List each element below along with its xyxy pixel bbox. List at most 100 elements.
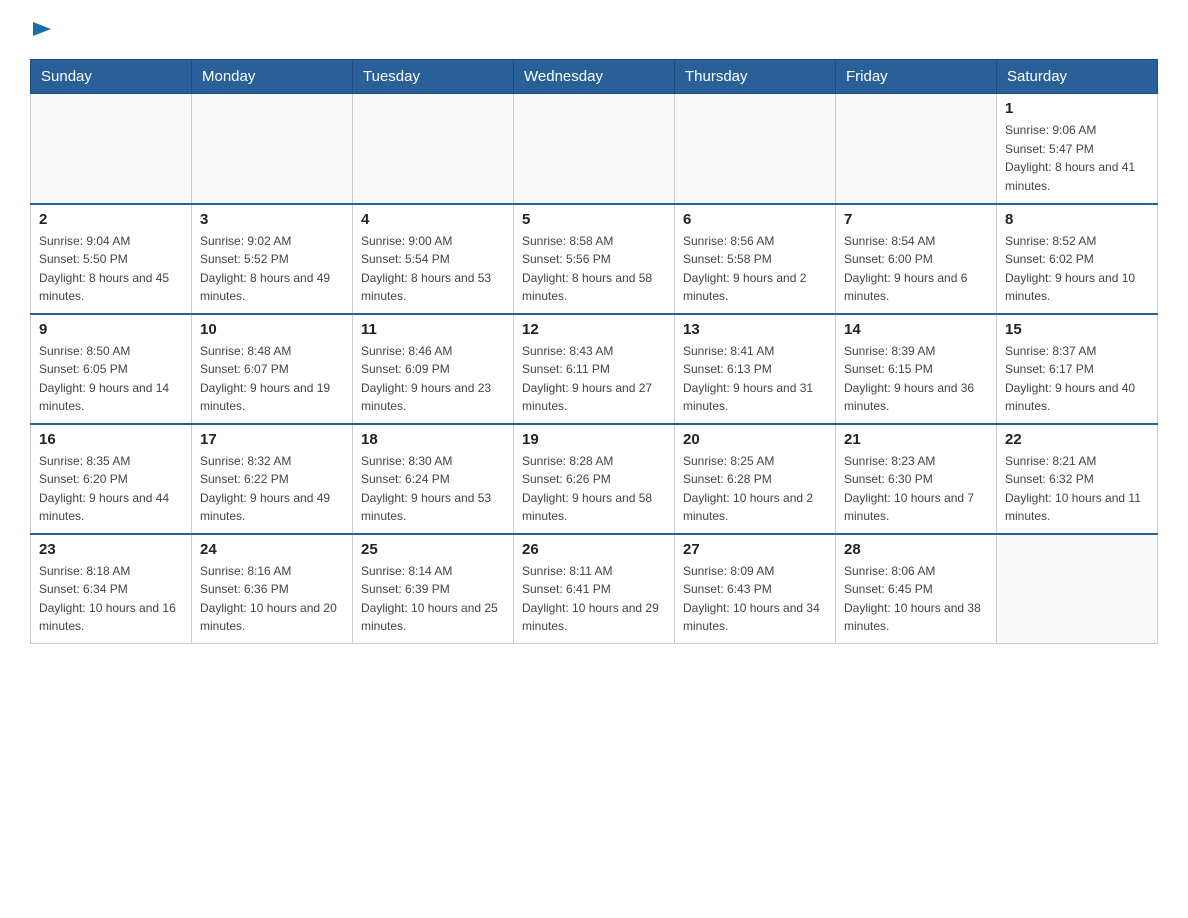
calendar-week-row: 2Sunrise: 9:04 AM Sunset: 5:50 PM Daylig… — [31, 204, 1158, 314]
calendar-cell: 11 Sunrise: 8:46 AM Sunset: 6:09 PM Dayli… — [353, 314, 514, 424]
day-number: 11 — [361, 321, 505, 338]
day-info: Sunrise: 8:18 AM Sunset: 6:34 PM Dayligh… — [39, 562, 183, 636]
day-of-week-header: Saturday — [997, 60, 1158, 94]
day-number: 24 — [200, 541, 344, 558]
day-number: 28 — [844, 541, 988, 558]
day-of-week-header: Thursday — [675, 60, 836, 94]
calendar-week-row: 23 Sunrise: 8:18 AM Sunset: 6:34 PM Dayli… — [31, 534, 1158, 644]
day-info: Sunrise: 8:58 AM Sunset: 5:56 PM Dayligh… — [522, 232, 666, 306]
day-info: Sunrise: 8:30 AM Sunset: 6:24 PM Dayligh… — [361, 452, 505, 526]
day-info: Sunrise: 8:39 AM Sunset: 6:15 PM Dayligh… — [844, 342, 988, 416]
day-number: 5 — [522, 211, 666, 228]
day-of-week-header: Sunday — [31, 60, 192, 94]
calendar-cell: 13 Sunrise: 8:41 AM Sunset: 6:13 PM Dayli… — [675, 314, 836, 424]
calendar-cell: 6 Sunrise: 8:56 AM Sunset: 5:58 PM Daylig… — [675, 204, 836, 314]
day-number: 23 — [39, 541, 183, 558]
day-info: Sunrise: 8:23 AM Sunset: 6:30 PM Dayligh… — [844, 452, 988, 526]
day-number: 22 — [1005, 431, 1149, 448]
day-number: 9 — [39, 321, 183, 338]
calendar-week-row: 1 Sunrise: 9:06 AM Sunset: 5:47 PM Daylig… — [31, 94, 1158, 204]
calendar-body: 1 Sunrise: 9:06 AM Sunset: 5:47 PM Daylig… — [31, 94, 1158, 644]
day-number: 26 — [522, 541, 666, 558]
calendar-cell: 17 Sunrise: 8:32 AM Sunset: 6:22 PM Dayli… — [192, 424, 353, 534]
day-number: 25 — [361, 541, 505, 558]
calendar-week-row: 16 Sunrise: 8:35 AM Sunset: 6:20 PM Dayli… — [31, 424, 1158, 534]
calendar-cell: 15 Sunrise: 8:37 AM Sunset: 6:17 PM Dayli… — [997, 314, 1158, 424]
calendar-cell: 1 Sunrise: 9:06 AM Sunset: 5:47 PM Daylig… — [997, 94, 1158, 204]
calendar-cell — [675, 94, 836, 204]
calendar-cell: 7 Sunrise: 8:54 AM Sunset: 6:00 PM Daylig… — [836, 204, 997, 314]
calendar-cell: 16 Sunrise: 8:35 AM Sunset: 6:20 PM Dayli… — [31, 424, 192, 534]
day-info: Sunrise: 8:25 AM Sunset: 6:28 PM Dayligh… — [683, 452, 827, 526]
day-info: Sunrise: 8:46 AM Sunset: 6:09 PM Dayligh… — [361, 342, 505, 416]
calendar-cell — [353, 94, 514, 204]
day-info: Sunrise: 8:06 AM Sunset: 6:45 PM Dayligh… — [844, 562, 988, 636]
day-of-week-header: Tuesday — [353, 60, 514, 94]
day-number: 6 — [683, 211, 827, 228]
day-info: Sunrise: 9:04 AM Sunset: 5:50 PM Dayligh… — [39, 232, 183, 306]
calendar-cell: 26 Sunrise: 8:11 AM Sunset: 6:41 PM Dayli… — [514, 534, 675, 644]
day-info: Sunrise: 8:37 AM Sunset: 6:17 PM Dayligh… — [1005, 342, 1149, 416]
calendar-cell: 21 Sunrise: 8:23 AM Sunset: 6:30 PM Dayli… — [836, 424, 997, 534]
calendar-cell: 18 Sunrise: 8:30 AM Sunset: 6:24 PM Dayli… — [353, 424, 514, 534]
day-number: 7 — [844, 211, 988, 228]
day-info: Sunrise: 9:06 AM Sunset: 5:47 PM Dayligh… — [1005, 121, 1149, 195]
day-of-week-header: Wednesday — [514, 60, 675, 94]
calendar-cell — [514, 94, 675, 204]
day-number: 16 — [39, 431, 183, 448]
day-info: Sunrise: 8:54 AM Sunset: 6:00 PM Dayligh… — [844, 232, 988, 306]
page-header — [30, 20, 1158, 41]
day-info: Sunrise: 8:28 AM Sunset: 6:26 PM Dayligh… — [522, 452, 666, 526]
day-info: Sunrise: 8:48 AM Sunset: 6:07 PM Dayligh… — [200, 342, 344, 416]
calendar-cell: 8 Sunrise: 8:52 AM Sunset: 6:02 PM Daylig… — [997, 204, 1158, 314]
logo-arrow-icon — [33, 20, 51, 38]
calendar-cell — [836, 94, 997, 204]
day-info: Sunrise: 8:43 AM Sunset: 6:11 PM Dayligh… — [522, 342, 666, 416]
day-of-week-header: Monday — [192, 60, 353, 94]
calendar-cell: 19 Sunrise: 8:28 AM Sunset: 6:26 PM Dayli… — [514, 424, 675, 534]
day-info: Sunrise: 8:21 AM Sunset: 6:32 PM Dayligh… — [1005, 452, 1149, 526]
day-number: 8 — [1005, 211, 1149, 228]
days-of-week-row: SundayMondayTuesdayWednesdayThursdayFrid… — [31, 60, 1158, 94]
calendar-cell: 14 Sunrise: 8:39 AM Sunset: 6:15 PM Dayli… — [836, 314, 997, 424]
day-info: Sunrise: 8:56 AM Sunset: 5:58 PM Dayligh… — [683, 232, 827, 306]
calendar-cell: 5 Sunrise: 8:58 AM Sunset: 5:56 PM Daylig… — [514, 204, 675, 314]
day-of-week-header: Friday — [836, 60, 997, 94]
day-number: 12 — [522, 321, 666, 338]
day-number: 18 — [361, 431, 505, 448]
day-info: Sunrise: 8:41 AM Sunset: 6:13 PM Dayligh… — [683, 342, 827, 416]
calendar-cell — [997, 534, 1158, 644]
calendar-cell: 3Sunrise: 9:02 AM Sunset: 5:52 PM Daylig… — [192, 204, 353, 314]
calendar-cell: 23 Sunrise: 8:18 AM Sunset: 6:34 PM Dayli… — [31, 534, 192, 644]
day-info: Sunrise: 8:35 AM Sunset: 6:20 PM Dayligh… — [39, 452, 183, 526]
calendar-cell: 28 Sunrise: 8:06 AM Sunset: 6:45 PM Dayli… — [836, 534, 997, 644]
calendar-cell: 25 Sunrise: 8:14 AM Sunset: 6:39 PM Dayli… — [353, 534, 514, 644]
day-info: Sunrise: 8:32 AM Sunset: 6:22 PM Dayligh… — [200, 452, 344, 526]
day-info: Sunrise: 8:11 AM Sunset: 6:41 PM Dayligh… — [522, 562, 666, 636]
day-number: 21 — [844, 431, 988, 448]
logo — [30, 20, 51, 41]
day-number: 15 — [1005, 321, 1149, 338]
calendar-cell — [31, 94, 192, 204]
day-info: Sunrise: 9:02 AM Sunset: 5:52 PM Dayligh… — [200, 232, 344, 306]
day-info: Sunrise: 8:52 AM Sunset: 6:02 PM Dayligh… — [1005, 232, 1149, 306]
calendar-cell — [192, 94, 353, 204]
day-info: Sunrise: 8:14 AM Sunset: 6:39 PM Dayligh… — [361, 562, 505, 636]
calendar-header: SundayMondayTuesdayWednesdayThursdayFrid… — [31, 60, 1158, 94]
calendar-cell: 24Sunrise: 8:16 AM Sunset: 6:36 PM Dayli… — [192, 534, 353, 644]
day-info: Sunrise: 9:00 AM Sunset: 5:54 PM Dayligh… — [361, 232, 505, 306]
day-number: 19 — [522, 431, 666, 448]
day-number: 17 — [200, 431, 344, 448]
calendar-cell: 22 Sunrise: 8:21 AM Sunset: 6:32 PM Dayli… — [997, 424, 1158, 534]
day-number: 14 — [844, 321, 988, 338]
calendar-cell: 4 Sunrise: 9:00 AM Sunset: 5:54 PM Daylig… — [353, 204, 514, 314]
day-info: Sunrise: 8:50 AM Sunset: 6:05 PM Dayligh… — [39, 342, 183, 416]
day-number: 13 — [683, 321, 827, 338]
day-number: 4 — [361, 211, 505, 228]
day-number: 10 — [200, 321, 344, 338]
calendar-cell: 27Sunrise: 8:09 AM Sunset: 6:43 PM Dayli… — [675, 534, 836, 644]
calendar-table: SundayMondayTuesdayWednesdayThursdayFrid… — [30, 59, 1158, 644]
day-number: 1 — [1005, 100, 1149, 117]
calendar-cell: 2Sunrise: 9:04 AM Sunset: 5:50 PM Daylig… — [31, 204, 192, 314]
calendar-cell: 10 Sunrise: 8:48 AM Sunset: 6:07 PM Dayli… — [192, 314, 353, 424]
